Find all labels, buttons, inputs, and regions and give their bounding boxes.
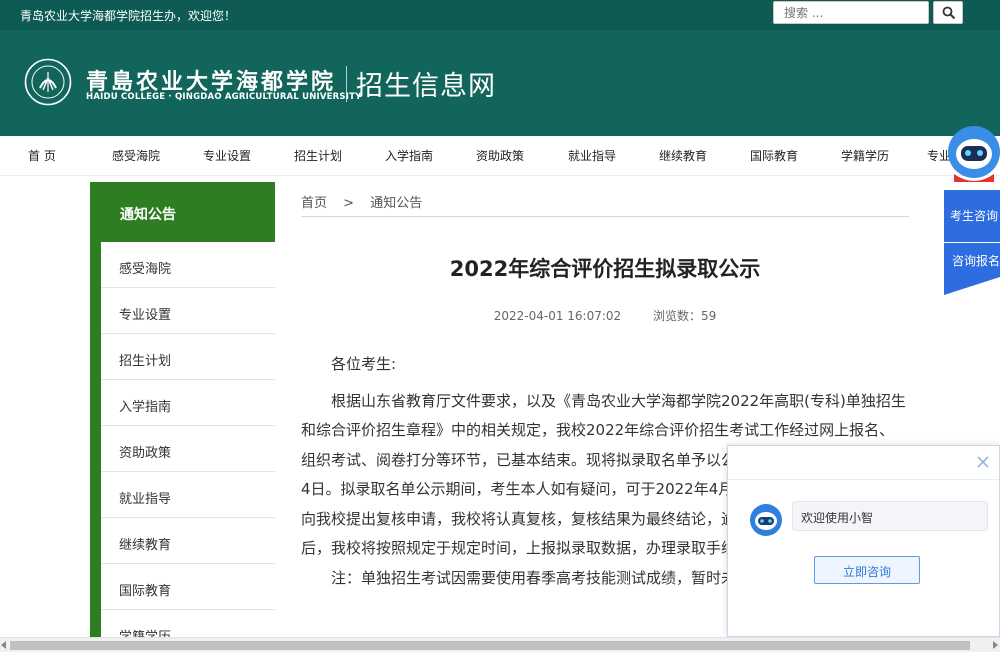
sidebar-item-about[interactable]: 感受海院 — [101, 242, 275, 288]
consult-tab-tail — [944, 277, 1000, 295]
nav-aid[interactable]: 资助政策 — [476, 147, 524, 164]
site-header: 青島农业大学海都学院 HAIDU COLLEGE · QINGDAO AGRIC… — [0, 30, 1000, 136]
school-logo-icon[interactable] — [24, 58, 72, 106]
main-nav: 首 页 感受海院 专业设置 招生计划 入学指南 资助政策 就业指导 继续教育 国… — [0, 136, 1000, 176]
bot-avatar-icon — [750, 504, 782, 536]
breadcrumb-separator: > — [343, 196, 355, 211]
article-datetime: 2022-04-01 16:07:02 — [493, 309, 622, 323]
breadcrumb: 首页 > 通知公告 — [301, 192, 434, 211]
article-meta: 2022-04-01 16:07:02 浏览数：59 — [301, 307, 909, 324]
nav-majors[interactable]: 专业设置 — [203, 147, 251, 164]
sidebar-item-plan[interactable]: 招生计划 — [101, 334, 275, 380]
article-title: 2022年综合评价招生拟录取公示 — [449, 257, 761, 281]
chat-message-bubble: 欢迎使用小智 — [792, 501, 988, 531]
robot-mascot-icon[interactable] — [944, 122, 1000, 188]
breadcrumb-current[interactable]: 通知公告 — [370, 196, 422, 211]
welcome-text: 青岛农业大学海都学院招生办，欢迎您！ — [20, 9, 237, 23]
start-consult-button[interactable]: 立即咨询 — [814, 556, 920, 584]
scroll-right-icon[interactable] — [993, 641, 998, 649]
chat-header — [728, 446, 999, 480]
school-name-en: HAIDU COLLEGE · QINGDAO AGRICULTURAL UNI… — [86, 92, 362, 102]
sidebar-item-continuing[interactable]: 继续教育 — [101, 518, 275, 564]
sidebar-item-guide[interactable]: 入学指南 — [101, 380, 275, 426]
sidebar-item-international[interactable]: 国际教育 — [101, 564, 275, 610]
nav-home[interactable]: 首 页 — [28, 147, 56, 164]
search-icon — [942, 6, 956, 20]
consult-register-button[interactable]: 咨询报名 — [944, 243, 1000, 277]
breadcrumb-home[interactable]: 首页 — [301, 196, 327, 211]
sidebar-title: 通知公告 — [90, 182, 275, 242]
sidebar-item-career[interactable]: 就业指导 — [101, 472, 275, 518]
nav-career[interactable]: 就业指导 — [568, 147, 616, 164]
sidebar-item-majors[interactable]: 专业设置 — [101, 288, 275, 334]
site-title: 招生信息网 — [356, 71, 496, 102]
nav-records[interactable]: 学籍学历 — [841, 147, 889, 164]
sidebar-item-aid[interactable]: 资助政策 — [101, 426, 275, 472]
article-greeting: 各位考生: — [331, 355, 397, 373]
nav-international[interactable]: 国际教育 — [750, 147, 798, 164]
horizontal-scrollbar[interactable] — [0, 637, 1000, 652]
chat-popup: 欢迎使用小智 立即咨询 — [727, 445, 1000, 637]
consult-tab-button[interactable]: 考生咨询 — [944, 190, 1000, 242]
sidebar: 通知公告 感受海院 专业设置 招生计划 入学指南 资助政策 就业指导 继续教育 … — [90, 182, 275, 652]
nav-plan[interactable]: 招生计划 — [294, 147, 342, 164]
nav-about[interactable]: 感受海院 — [112, 147, 160, 164]
breadcrumb-divider — [301, 216, 909, 217]
scrollbar-thumb[interactable] — [10, 641, 970, 650]
sidebar-list: 感受海院 专业设置 招生计划 入学指南 资助政策 就业指导 继续教育 国际教育 … — [101, 242, 275, 652]
scroll-left-icon[interactable] — [1, 641, 6, 649]
top-bar: 青岛农业大学海都学院招生办，欢迎您！ — [0, 0, 1000, 30]
nav-guide[interactable]: 入学指南 — [385, 147, 433, 164]
nav-continuing[interactable]: 继续教育 — [659, 147, 707, 164]
search-button[interactable] — [933, 1, 963, 24]
close-icon[interactable] — [975, 454, 991, 470]
article-views: 浏览数：59 — [653, 309, 717, 323]
header-divider — [346, 66, 347, 102]
search-input[interactable] — [773, 1, 929, 24]
